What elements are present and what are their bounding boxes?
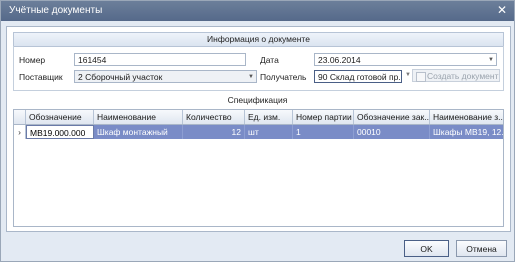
column-header-batch[interactable]: Номер партии — [293, 110, 354, 124]
cell-batch[interactable]: 1 — [293, 125, 354, 139]
column-header-quantity[interactable]: Количество — [183, 110, 245, 124]
cancel-button[interactable]: Отмена — [456, 240, 507, 257]
recipient-field[interactable]: 90 Склад готовой пр... — [314, 70, 402, 83]
spec-group-header: Спецификация — [227, 95, 288, 105]
cell-designation[interactable]: МВ19.000.000 — [26, 125, 94, 139]
spec-grid: Обозначение Наименование Количество Ед. … — [13, 109, 504, 227]
supplier-label: Поставщик — [19, 72, 63, 82]
document-icon — [416, 72, 426, 82]
chevron-down-icon[interactable]: ▼ — [488, 54, 494, 65]
grid-header-row: Обозначение Наименование Количество Ед. … — [14, 110, 503, 125]
create-document-label: Создать документ — [427, 71, 499, 81]
supplier-field[interactable]: 2 Сборочный участок ▼ — [74, 70, 257, 83]
create-document-button[interactable]: Создать документ — [412, 69, 500, 82]
column-header-unit[interactable]: Ед. изм. — [245, 110, 293, 124]
recipient-label: Получатель — [260, 72, 307, 82]
table-row[interactable]: › МВ19.000.000 Шкаф монтажный 12 шт 1 00… — [14, 125, 503, 139]
dialog-window: Учётные документы ✕ Информация о докумен… — [0, 0, 515, 262]
cell-name[interactable]: Шкаф монтажный — [94, 125, 183, 139]
dialog-body: Информация о документе Номер 161454 Дата… — [6, 26, 511, 232]
recipient-value: 90 Склад готовой пр... — [318, 72, 402, 82]
date-field[interactable]: 23.06.2014 ▼ — [314, 53, 497, 66]
cell-unit[interactable]: шт — [245, 125, 293, 139]
row-indicator-icon: › — [14, 125, 26, 139]
info-group-header: Информация о документе — [13, 32, 504, 47]
ok-button[interactable]: OK — [404, 240, 449, 257]
date-value: 23.06.2014 — [318, 55, 361, 65]
close-icon[interactable]: ✕ — [494, 3, 510, 19]
chevron-down-icon[interactable]: ▼ — [248, 71, 254, 82]
cell-quantity[interactable]: 12 — [183, 125, 245, 139]
number-field[interactable]: 161454 — [74, 53, 246, 66]
supplier-value: 2 Сборочный участок — [78, 72, 163, 82]
column-header-designation[interactable]: Обозначение — [26, 110, 94, 124]
cell-order-name[interactable]: Шкафы МВ19, 12... — [430, 125, 503, 139]
column-header-order-name[interactable]: Наименование з... — [430, 110, 503, 124]
column-header-order-designation[interactable]: Обозначение зак... — [354, 110, 430, 124]
title-bar[interactable]: Учётные документы ✕ — [1, 1, 514, 21]
cell-order-designation[interactable]: 00010 — [354, 125, 430, 139]
window-title: Учётные документы — [9, 5, 103, 16]
column-header-name[interactable]: Наименование — [94, 110, 183, 124]
date-label: Дата — [260, 55, 279, 65]
grid-indicator-header — [14, 110, 26, 124]
number-label: Номер — [19, 55, 46, 65]
recipient-dropdown-icon[interactable]: ▼ — [405, 72, 411, 78]
